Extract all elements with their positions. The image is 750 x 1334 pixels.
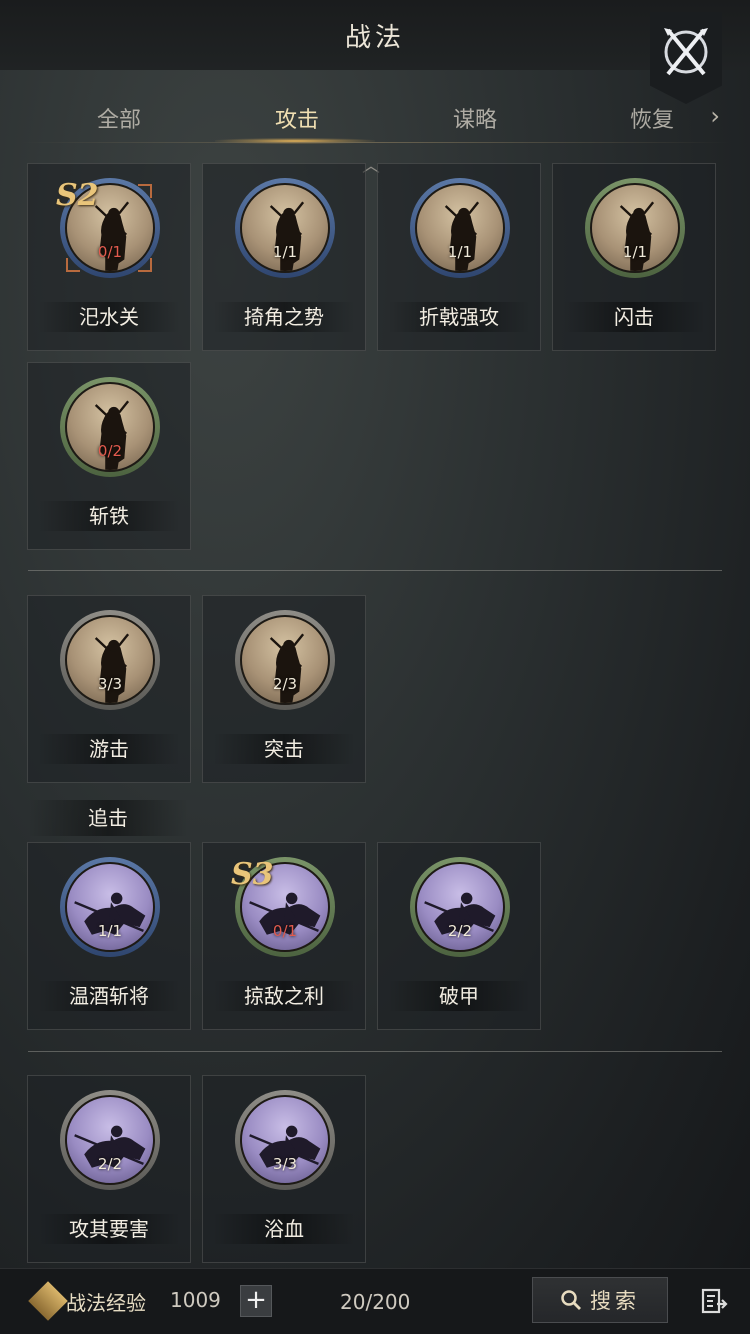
close-button[interactable] [650,12,722,104]
tab-bar: 全部 攻击 谋略 恢复 › [0,92,750,148]
tab-recovery[interactable]: 恢复 [592,102,712,134]
skill-name: 破甲 [388,981,530,1011]
exp-label: 战法经验 [66,1291,146,1315]
group-label-pursuit: 追击 [28,800,188,836]
skill-portrait-icon: 1/1 [240,183,330,273]
skill-icon-ring: 3/3 [60,610,160,710]
bottom-bar: 战法经验 1009 + 20/200 搜索 [0,1268,750,1334]
skill-card[interactable]: 2/3 突击 [202,595,366,783]
skill-name: 掠敌之利 [213,981,355,1011]
skill-count: 0/1 [272,922,298,940]
chevron-right-icon[interactable]: › [710,102,720,130]
search-button[interactable]: 搜索 [532,1277,668,1323]
skill-name: 游击 [38,734,180,764]
skill-portrait-icon: 1/1 [415,183,505,273]
skill-icon-ring: 1/1 [410,178,510,278]
skill-count: 0/2 [97,442,123,460]
skill-portrait-icon: 2/3 [240,615,330,705]
skill-icon-ring: 0/2 [60,377,160,477]
search-label: 搜索 [590,1289,640,1313]
selection-bracket [138,184,152,198]
skill-name: 闪击 [563,302,705,332]
skill-count: 3/3 [97,675,123,693]
skill-portrait-icon: 1/1 [65,862,155,952]
skill-card[interactable]: 1/1 闪击 [552,163,716,351]
skill-icon-ring: 2/2 [60,1090,160,1190]
skill-card[interactable]: 1/1 温酒斩将 [27,842,191,1030]
group-divider [28,1051,722,1052]
tab-all[interactable]: 全部 [59,102,179,134]
search-icon [561,1290,581,1310]
skill-name: 突击 [213,734,355,764]
skill-card[interactable]: 2/2 攻其要害 [27,1075,191,1263]
skill-card[interactable]: 1/1 掎角之势 [202,163,366,351]
plus-icon: + [245,1285,267,1315]
selection-bracket [66,258,80,272]
add-exp-button[interactable]: + [240,1285,272,1317]
skill-portrait-icon: 2/2 [65,1095,155,1185]
skill-card[interactable]: 1/1 折戟强攻 [377,163,541,351]
skill-portrait-icon: 3/3 [65,615,155,705]
skill-icon-ring: 2/2 [410,857,510,957]
skill-portrait-icon: 3/3 [240,1095,330,1185]
skill-count: 1/1 [272,243,298,261]
tab-strategy[interactable]: 谋略 [415,102,535,134]
skill-icon-ring: 2/3 [235,610,335,710]
title-bar: 战法 [0,0,750,70]
skill-count: 1/1 [622,243,648,261]
skill-count: 2/2 [97,1155,123,1173]
skill-count: 1/1 [97,922,123,940]
skill-capacity: 20/200 [340,1290,411,1314]
skill-name: 斩铁 [38,501,180,531]
skill-count: 2/3 [272,675,298,693]
skill-card[interactable]: 3/3 浴血 [202,1075,366,1263]
skill-card[interactable]: 0/1 S3 掠敌之利 [202,842,366,1030]
skill-portrait-icon: 1/1 [590,183,680,273]
selection-bracket [138,258,152,272]
skill-name: 温酒斩将 [38,981,180,1011]
skill-count: 3/3 [272,1155,298,1173]
group-divider [28,570,722,571]
page-title: 战法 [344,22,405,53]
skill-count: 2/2 [447,922,473,940]
list-export-icon[interactable] [700,1287,728,1315]
season-badge: S3 [231,857,274,892]
skill-icon-ring: 1/1 [585,178,685,278]
skill-name: 掎角之势 [213,302,355,332]
skill-icon-ring: 3/3 [235,1090,335,1190]
skill-card[interactable]: 2/2 破甲 [377,842,541,1030]
skill-card[interactable]: 0/2 斩铁 [27,362,191,550]
skill-card[interactable]: 3/3 游击 [27,595,191,783]
exp-badge-icon [28,1281,68,1321]
tab-attack[interactable]: 攻击 [237,102,357,134]
skill-count: 1/1 [447,243,473,261]
exp-value: 1009 [170,1288,221,1312]
tab-divider [20,142,730,143]
skill-portrait-icon: 2/2 [415,862,505,952]
active-tab-indicator [215,138,375,144]
skill-name: 浴血 [213,1214,355,1244]
skill-name: 折戟强攻 [388,302,530,332]
skill-icon-ring: 1/1 [60,857,160,957]
skill-portrait-icon: 0/2 [65,382,155,472]
crossed-swords-icon [664,28,708,76]
skill-name: 攻其要害 [38,1214,180,1244]
skill-card[interactable]: 0/1 S2 汜水关 [27,163,191,351]
skill-icon-ring: 1/1 [235,178,335,278]
season-badge: S2 [56,178,99,213]
skill-name: 汜水关 [38,302,180,332]
